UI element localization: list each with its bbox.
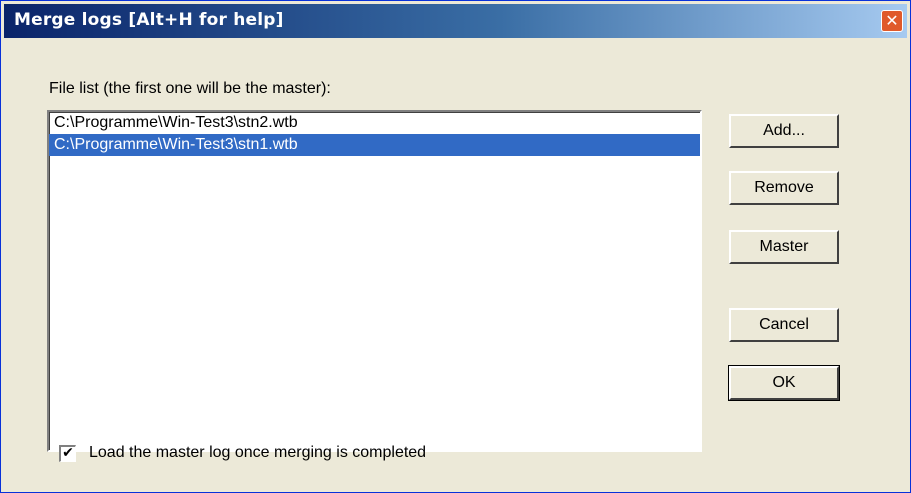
file-list-item[interactable]: C:\Programme\Win-Test3\stn2.wtb <box>49 112 700 134</box>
dialog-content: File list (the first one will be the mas… <box>4 38 907 489</box>
checkmark-icon: ✔ <box>62 445 74 461</box>
master-button[interactable]: Master <box>729 230 839 264</box>
title-bar[interactable]: Merge logs [Alt+H for help] ✕ <box>4 4 907 38</box>
window-title: Merge logs [Alt+H for help] <box>14 10 284 30</box>
add-button[interactable]: Add... <box>729 114 839 148</box>
merge-logs-dialog: Merge logs [Alt+H for help] ✕ File list … <box>0 0 911 493</box>
load-master-label[interactable]: Load the master log once merging is comp… <box>89 444 426 462</box>
file-path: C:\Programme\Win-Test3\stn1.wtb <box>54 136 298 153</box>
close-button[interactable]: ✕ <box>881 10 903 32</box>
file-list-item-selected[interactable]: C:\Programme\Win-Test3\stn1.wtb <box>49 134 700 156</box>
remove-button[interactable]: Remove <box>729 171 839 205</box>
file-list-label: File list (the first one will be the mas… <box>49 80 331 97</box>
ok-button[interactable]: OK <box>728 365 840 401</box>
file-listbox[interactable]: C:\Programme\Win-Test3\stn2.wtb C:\Progr… <box>47 110 702 452</box>
load-master-checkbox[interactable]: ✔ <box>59 445 76 462</box>
file-path: C:\Programme\Win-Test3\stn2.wtb <box>54 114 298 131</box>
cancel-button[interactable]: Cancel <box>729 308 839 342</box>
close-icon: ✕ <box>885 11 899 30</box>
